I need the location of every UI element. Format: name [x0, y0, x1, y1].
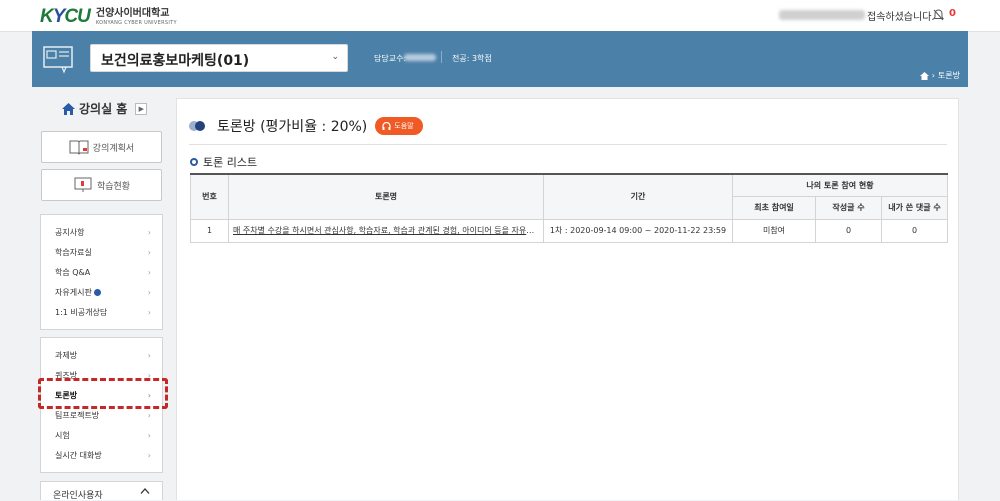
sidebar-item-team-project[interactable]: 팀프로젝트방 › — [41, 406, 162, 426]
page-title: 토론방 (평가비율 : 20%) — [217, 119, 368, 135]
syllabus-button[interactable]: 강의계획서 — [41, 131, 162, 163]
section-title: 토론 리스트 — [203, 156, 258, 169]
home-icon — [62, 102, 75, 115]
cell-no: 1 — [190, 218, 229, 243]
notification-count: 0 — [949, 8, 956, 19]
book-icon — [69, 140, 89, 155]
main-content: 토론방 (평가비율 : 20%) 도움말 토론 리스트 번호 토론명 기간 나의… — [176, 98, 959, 500]
chevron-right-icon: › — [147, 308, 151, 317]
chevron-right-icon: › — [147, 268, 151, 277]
chevron-up-icon[interactable] — [140, 487, 150, 495]
header-comment-count: 내가 쓴 댓글 수 — [881, 195, 948, 220]
professor-name-blurred — [404, 54, 436, 61]
header-topic: 토론명 — [228, 173, 544, 220]
highlight-annotation — [38, 378, 168, 409]
university-logo[interactable]: KYCU 건양사이버대학교 KONYANG CYBER UNIVERSITY — [40, 6, 177, 28]
lecture-home-label: 강의실 홈 — [79, 102, 128, 116]
connected-message: 접속하셨습니다. — [867, 12, 935, 23]
sidebar-item-private-counsel[interactable]: 1:1 비공개상담 › — [41, 303, 162, 323]
table-row: 1 매 주차별 수강을 하시면서 관심사항, 학습자료, 학습과 관계된 경험,… — [190, 218, 948, 243]
professor-label: 담당교수: — [374, 54, 407, 63]
header-no: 번호 — [190, 173, 229, 220]
learning-status-label: 학습현황 — [96, 181, 131, 192]
breadcrumb: › 토론방 — [919, 70, 960, 81]
course-header: 보건의료홍보마케팅(01) ⌄ 담당교수: 전공: 3학점 › 토론방 — [32, 31, 968, 87]
chevron-right-icon: › — [147, 351, 151, 360]
divider — [441, 51, 442, 63]
header-first-date: 최초 참여일 — [732, 195, 816, 220]
discussion-table: 번호 토론명 기간 나의 토론 참여 현황 최초 참여일 작성글 수 내가 쓴 … — [190, 173, 948, 243]
logo-mark: KYCU — [40, 6, 91, 27]
chevron-right-icon: › — [147, 228, 151, 237]
cell-post-count: 0 — [815, 218, 882, 243]
section-heading: 토론 리스트 — [190, 154, 257, 170]
course-title: 보건의료홍보마케팅(01) — [101, 53, 250, 69]
user-name-blurred — [779, 10, 865, 20]
chevron-down-icon: ⌄ — [331, 52, 339, 62]
online-users-label: 온라인사용자 — [53, 491, 103, 501]
title-bullet-icon — [189, 120, 209, 132]
sidebar-item-qna[interactable]: 학습 Q&A › — [41, 263, 162, 283]
cell-comment-count: 0 — [881, 218, 948, 243]
logo-korean-name: 건양사이버대학교 — [95, 7, 170, 19]
sidebar-item-free-board[interactable]: 자유게시판 › — [41, 283, 162, 303]
sidebar-item-materials[interactable]: 학습자료실 › — [41, 243, 162, 263]
sidebar-item-live-chat[interactable]: 실시간 대화방 › — [41, 446, 162, 466]
breadcrumb-separator: › — [931, 71, 935, 80]
breadcrumb-current: 토론방 — [937, 71, 960, 80]
logo-english-name: KONYANG CYBER UNIVERSITY — [95, 19, 177, 26]
presentation-icon — [74, 177, 92, 192]
discussion-topic-link[interactable]: 매 주차별 수강을 하시면서 관심사항, 학습자료, 학습과 관계된 경험, 아… — [228, 218, 544, 243]
chevron-right-icon: › — [147, 288, 151, 297]
sidebar-item-notice[interactable]: 공지사항 › — [41, 223, 162, 243]
notification-icon[interactable] — [933, 9, 944, 21]
headphones-icon — [382, 122, 391, 130]
chevron-right-icon: › — [147, 248, 151, 257]
header-my-participation: 나의 토론 참여 현황 — [732, 173, 948, 197]
online-users-panel[interactable]: 온라인사용자 — [40, 481, 163, 501]
learning-status-button[interactable]: 학습현황 — [41, 169, 162, 201]
course-select[interactable]: 보건의료홍보마케팅(01) ⌄ — [90, 44, 348, 72]
home-icon[interactable] — [919, 71, 929, 80]
board-menu: 공지사항 › 학습자료실 › 학습 Q&A › 자유게시판 › 1:1 비공개상담 › — [40, 214, 163, 330]
major-credits: 전공: 3학점 — [452, 54, 492, 63]
syllabus-label: 강의계획서 — [92, 143, 135, 154]
help-button[interactable]: 도움말 — [375, 117, 423, 135]
cell-first-date: 미참여 — [732, 218, 816, 243]
new-badge-icon — [93, 289, 101, 296]
play-icon[interactable]: ▶ — [135, 102, 148, 115]
help-label: 도움말 — [394, 122, 414, 130]
chevron-right-icon: › — [147, 451, 151, 460]
chevron-right-icon: › — [147, 431, 151, 440]
sidebar-item-exam[interactable]: 시험 › — [41, 426, 162, 446]
header-post-count: 작성글 수 — [815, 195, 882, 220]
circle-bullet-icon — [190, 158, 198, 166]
title-divider — [189, 144, 947, 145]
lecture-home-link[interactable]: 강의실 홈 ▶ — [62, 100, 148, 117]
cell-period: 1차 : 2020-09-14 09:00 ~ 2020-11-22 23:59 — [543, 218, 733, 243]
header-period: 기간 — [543, 173, 733, 220]
sidebar-item-assignment[interactable]: 과제방 › — [41, 346, 162, 366]
chevron-right-icon: › — [147, 411, 151, 420]
top-bar: KYCU 건양사이버대학교 KONYANG CYBER UNIVERSITY 접… — [0, 0, 1000, 32]
lecture-room-icon — [43, 46, 73, 74]
